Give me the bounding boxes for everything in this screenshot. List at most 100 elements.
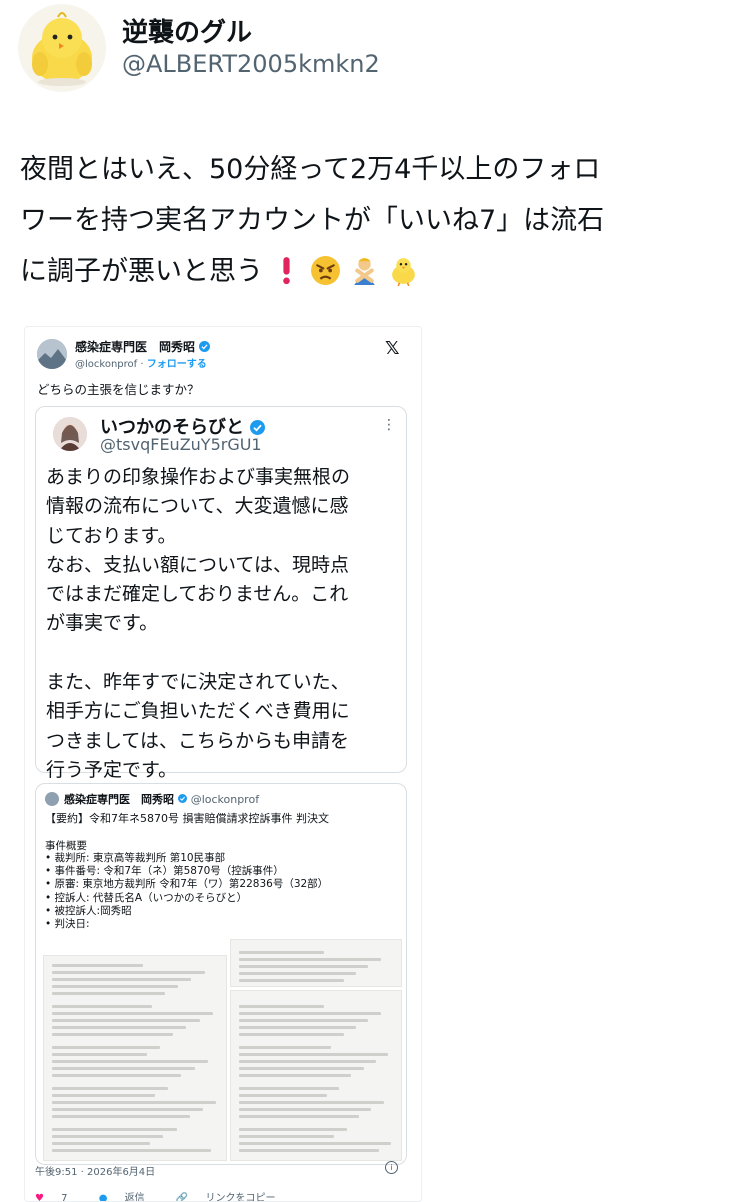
scan-text-line [239,1142,392,1145]
scan-text-line [239,979,344,982]
scan-text-line [239,1135,335,1138]
document-summary-card: 感染症専門医 岡秀昭 @lockonprof 【要約】令和7年ネ5870号 損害… [35,783,407,1165]
doc-item: 控訴人: 代替氏名A（いつかのそらびと） [45,892,328,905]
copy-link-label: リンクをコピー [205,1193,276,1202]
scan-text-line [239,1005,324,1008]
chick-avatar-icon [32,12,92,86]
scan-text-line [52,1094,155,1097]
doc-avatar [45,792,59,806]
author-avatar[interactable] [18,4,106,92]
scan-text-line [239,1074,352,1077]
doc-item-list: 裁判所: 東京高等裁判所 第10民事部 事件番号: 令和7年（ネ）第5870号（… [45,852,329,931]
scan-text-line [239,1019,369,1022]
judgment-scan-top-right [230,939,402,987]
post-text-line: に調子が悪いと思う [20,246,730,297]
scan-text-line [52,1108,204,1111]
scan-text-line [239,1115,360,1118]
reply-action[interactable]: ● 返信 [98,1193,159,1202]
exclamation-icon [283,257,290,285]
embed-author-sub: @lockonprof · フォローする [75,359,207,370]
scan-text-line [52,978,192,981]
scan-text-line [52,1087,169,1090]
scan-text-line [52,1012,214,1015]
post-text-line: 夜間とはいえ、50分経って2万4千以上のフォロ [20,154,601,185]
scan-text-line [239,1046,332,1049]
scan-text-line [52,1060,209,1063]
like-action[interactable]: ♥ 7 [35,1193,82,1202]
link-icon: 🔗 [175,1193,189,1202]
attached-screenshot[interactable]: 感染症専門医 岡秀昭 @lockonprof · フォローする 𝕏 どちらの主張… [24,326,422,1202]
quoted-author-handle: @tsvqFEuZuY5rGU1 [100,435,262,454]
angry-face-icon [311,256,340,285]
scan-text-line [52,1026,187,1029]
info-icon[interactable]: i [385,1161,398,1174]
verified-badge-icon [199,341,211,352]
scan-text-line [239,1128,347,1131]
x-logo-icon: 𝕏 [385,338,400,359]
scan-text-line [52,985,179,988]
doc-section-heading: 事件概要 [45,840,87,852]
scan-text-line [52,1053,147,1056]
author-handle[interactable]: @ALBERT2005kmkn2 [122,50,380,78]
post-text-line: ワーを持つ実名アカウントが「いいね7」は流石 [20,205,605,236]
scan-text-line [52,964,144,967]
embed-author-handle: @lockonprof [75,359,138,370]
scan-text-line [239,972,357,975]
chick-icon [392,258,415,286]
post-text: 夜間とはいえ、50分経って2万4千以上のフォロ ワーを持つ実名アカウントが「いい… [20,144,730,297]
scan-text-line [52,1046,160,1049]
scan-text-line [239,1026,357,1029]
judgment-scan-right [230,990,402,1161]
scan-text-line [239,1067,364,1070]
scan-text-line [52,1019,200,1022]
scan-text-line [52,1115,190,1118]
doc-item: 事件番号: 令和7年（ネ）第5870号（控訴事件） [45,865,328,878]
verified-badge-icon [250,420,266,435]
scan-text-line [239,1033,344,1036]
scan-text-line [239,965,369,968]
heart-icon: ♥ [35,1193,44,1202]
doc-item: 被控訴人:岡秀昭 [45,905,328,918]
scan-text-line [52,1149,212,1152]
embed-action-bar: ♥ 7 ● 返信 🔗 リンクをコピー [35,1189,303,1202]
reply-label: 返信 [124,1193,145,1202]
follow-button[interactable]: フォローする [147,359,207,370]
doc-item: 原審: 東京地方裁判所 令和7年（ワ）第22836号（32部） [45,878,329,891]
person-gesturing-no-icon [354,258,375,285]
embed-timestamp: 午後9:51 · 2026年6月4日 [35,1167,156,1178]
doc-item: 判決日: [45,918,328,931]
scan-text-line [239,1094,327,1097]
scan-text-line [52,1067,195,1070]
verified-badge-icon [177,794,187,803]
scan-text-line [239,1012,381,1015]
embed-author-name: 感染症専門医 岡秀昭 [75,338,211,355]
doc-item: 裁判所: 東京高等裁判所 第10民事部 [45,852,328,865]
scan-text-line [239,1053,389,1056]
quoted-avatar [53,417,87,451]
scan-text-line [239,1060,377,1063]
scan-text-line [52,1142,150,1145]
scan-text-line [52,992,165,995]
scan-text-line [239,1108,372,1111]
reply-icon: ● [98,1193,108,1202]
more-options-icon: ⋮ [382,417,396,433]
doc-author: 感染症専門医 岡秀昭 @lockonprof [64,791,259,807]
quoted-post-text: あまりの印象操作および事実無根の 情報の流布について、大変遺憾に感 じております… [46,466,351,781]
scan-text-line [239,1087,340,1090]
scan-text-line [52,1101,217,1104]
doc-title: 【要約】令和7年ネ5870号 損害賠償請求控訴事件 判決文 [45,812,329,825]
embed-avatar [37,339,67,369]
scan-text-line [52,1005,152,1008]
post-text-line-3: に調子が悪いと思う [20,256,263,287]
like-count: 7 [61,1193,68,1202]
scan-text-line [52,1128,177,1131]
scan-text-line [239,1101,384,1104]
scan-text-line [52,1033,174,1036]
doc-author-handle: @lockonprof [190,793,260,806]
quoted-post-card: いつかのそらびと @tsvqFEuZuY5rGU1 ⋮ あまりの印象操作および事… [35,406,407,781]
scan-text-line [52,1074,182,1077]
copy-link-action[interactable]: 🔗 リンクをコピー [175,1193,290,1202]
doc-author-name: 感染症専門医 岡秀昭 [64,793,174,806]
judgment-scan-left [43,955,227,1161]
author-name[interactable]: 逆襲のグル [122,12,252,49]
